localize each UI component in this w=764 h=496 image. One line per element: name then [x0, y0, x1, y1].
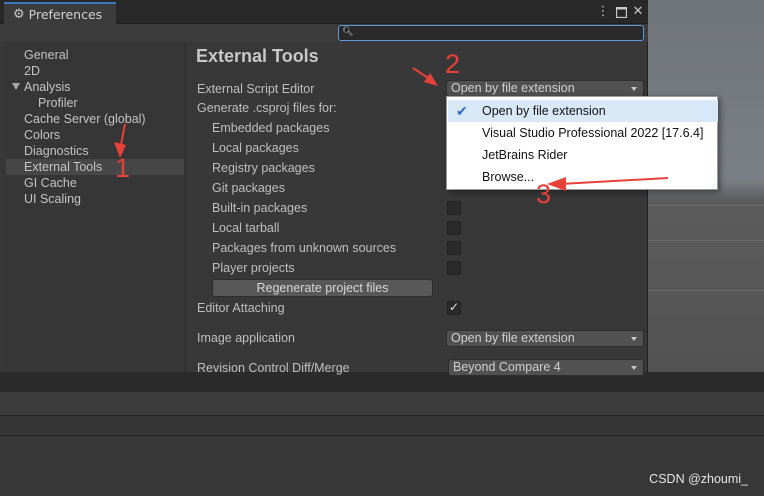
sidebar-item-label: Profiler: [38, 96, 78, 110]
image-application-label: Image application: [197, 331, 295, 345]
sidebar-item-cache-server[interactable]: Cache Server (global): [6, 111, 184, 127]
sidebar-item-label: General: [24, 48, 69, 62]
title-bar: ⚙ Preferences ⋮ ✕: [0, 0, 648, 24]
checkmark-icon: ✔: [456, 103, 468, 119]
annotation-number-3: 3: [536, 179, 552, 209]
sidebar-item-gi-cache[interactable]: GI Cache: [6, 175, 184, 191]
check-icon: ✓: [449, 300, 460, 314]
annotation-number-1: 1: [115, 153, 131, 183]
csproj-option-label: Packages from unknown sources: [212, 241, 397, 255]
sidebar-item-external-tools[interactable]: External Tools: [6, 159, 184, 175]
generate-csproj-label: Generate .csproj files for:: [197, 101, 337, 115]
sidebar-item-profiler[interactable]: Profiler: [6, 95, 184, 111]
sidebar-item-diagnostics[interactable]: Diagnostics: [6, 143, 184, 159]
regenerate-project-files-button[interactable]: Regenerate project files: [212, 279, 433, 297]
scene-grid-line: [648, 290, 764, 291]
external-tools-panel: External Tools External Script Editor Op…: [186, 42, 648, 376]
sidebar-item-label: External Tools: [24, 160, 103, 174]
more-icon[interactable]: ⋮: [596, 4, 610, 20]
local-tarball-checkbox[interactable]: [447, 221, 461, 235]
search-input[interactable]: 🔍︎: [338, 25, 644, 41]
gear-icon: ⚙: [13, 6, 25, 22]
csproj-option-label: Player projects: [212, 261, 295, 275]
sidebar-item-label: Diagnostics: [24, 144, 89, 158]
search-icon: 🔍︎: [342, 27, 354, 37]
expand-arrow-icon[interactable]: [12, 83, 20, 90]
sidebar-item-label: UI Scaling: [24, 192, 81, 206]
sidebar-item-colors[interactable]: Colors: [6, 127, 184, 143]
revision-control-label: Revision Control Diff/Merge: [197, 361, 350, 375]
csproj-option-label: Registry packages: [212, 161, 315, 175]
chevron-down-icon: [631, 366, 637, 370]
watermark: CSDN @zhoumi_: [649, 472, 748, 486]
external-script-editor-dropdown[interactable]: Open by file extension: [446, 80, 644, 97]
dropdown-value: Open by file extension: [451, 81, 575, 95]
chevron-down-icon: [631, 337, 637, 341]
page-title: External Tools: [196, 46, 319, 66]
maximize-icon[interactable]: [614, 4, 628, 20]
sidebar-item-label: Analysis: [24, 80, 71, 94]
preferences-sidebar: General 2D Analysis Profiler Cache Serve…: [6, 42, 186, 372]
dropdown-value: Open by file extension: [451, 331, 575, 345]
menu-item-jetbrains-rider[interactable]: JetBrains Rider: [448, 144, 718, 166]
editor-bottom-tabbar: [0, 372, 764, 392]
menu-item-browse[interactable]: Browse...: [448, 166, 718, 188]
external-script-editor-label: External Script Editor: [197, 82, 315, 96]
preferences-tab[interactable]: ⚙ Preferences: [4, 2, 116, 24]
menu-item-label: Open by file extension: [482, 104, 606, 118]
builtin-packages-checkbox[interactable]: [447, 201, 461, 215]
csproj-option-label: Local packages: [212, 141, 299, 155]
player-projects-checkbox[interactable]: [447, 261, 461, 275]
scene-grid-line: [648, 205, 764, 206]
annotation-number-2: 2: [445, 49, 461, 79]
sidebar-item-ui-scaling[interactable]: UI Scaling: [6, 191, 184, 207]
menu-item-label: JetBrains Rider: [482, 148, 568, 162]
scene-grid-line: [648, 240, 764, 241]
sidebar-item-label: GI Cache: [24, 176, 77, 190]
menu-item-visual-studio[interactable]: Visual Studio Professional 2022 [17.6.4]: [448, 122, 718, 144]
tab-title: Preferences: [28, 6, 103, 22]
image-application-dropdown[interactable]: Open by file extension: [446, 330, 644, 347]
editor-bottom-row: [0, 416, 764, 436]
sidebar-item-analysis[interactable]: Analysis: [6, 79, 184, 95]
editor-bottom-toolbar: [0, 392, 764, 416]
sidebar-item-2d[interactable]: 2D: [6, 63, 184, 79]
revision-control-dropdown[interactable]: Beyond Compare 4: [448, 359, 644, 376]
menu-item-label: Visual Studio Professional 2022 [17.6.4]: [482, 126, 704, 140]
unknown-sources-checkbox[interactable]: [447, 241, 461, 255]
sidebar-item-general[interactable]: General: [6, 47, 184, 63]
chevron-down-icon: [631, 87, 637, 91]
csproj-option-label: Built-in packages: [212, 201, 308, 215]
csproj-option-label: Local tarball: [212, 221, 280, 235]
editor-attaching-checkbox[interactable]: ✓: [447, 300, 461, 315]
editor-attaching-label: Editor Attaching: [197, 301, 285, 315]
sidebar-item-label: Cache Server (global): [24, 112, 146, 126]
sidebar-item-label: Colors: [24, 128, 61, 142]
script-editor-popup-menu: ✔ Open by file extension Visual Studio P…: [446, 96, 718, 190]
close-icon[interactable]: ✕: [631, 4, 645, 20]
menu-item-open-by-file-extension[interactable]: ✔ Open by file extension: [448, 100, 718, 122]
csproj-option-label: Embedded packages: [212, 121, 330, 135]
menu-item-label: Browse...: [482, 170, 535, 184]
csproj-option-label: Git packages: [212, 181, 285, 195]
preferences-toolbar: 🔍︎: [0, 24, 648, 42]
dropdown-value: Beyond Compare 4: [453, 360, 561, 374]
sidebar-item-label: 2D: [24, 64, 40, 78]
